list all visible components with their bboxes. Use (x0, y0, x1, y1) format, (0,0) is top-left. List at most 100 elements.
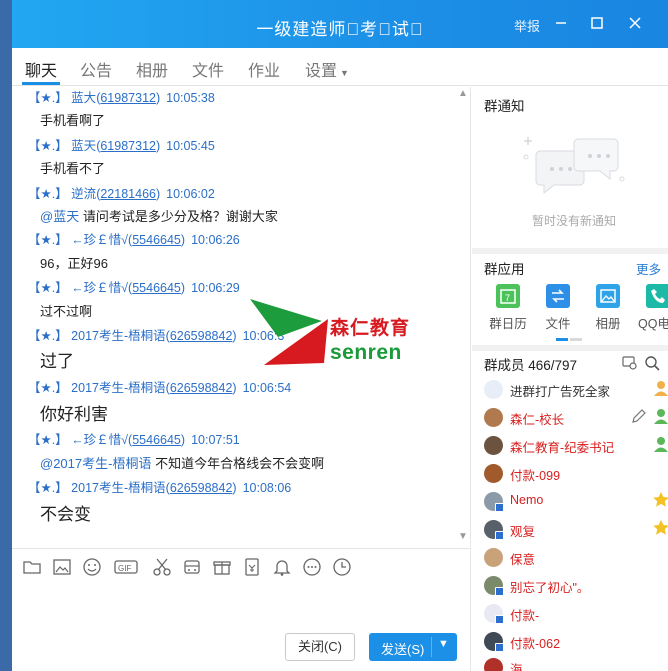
member-item[interactable]: 付款-099 (484, 462, 668, 486)
user-id-link[interactable]: 61987312 (100, 91, 156, 105)
app-label: 群日历 (489, 317, 527, 331)
user-id-link[interactable]: 5546645 (132, 281, 181, 295)
member-item[interactable]: 观复 (484, 518, 668, 542)
member-item[interactable]: 森仁教育-纪委书记 (484, 434, 668, 458)
app-files[interactable]: 文件 (538, 284, 578, 332)
app-calendar[interactable]: 7 群日历 (488, 284, 528, 332)
close-window-icon[interactable] (624, 12, 646, 34)
watermark-text-cn: 森仁教育 (330, 318, 411, 339)
tab-files[interactable]: 文件 (192, 57, 224, 81)
owner-badge-icon (654, 381, 668, 396)
svg-text:GIF: GIF (118, 564, 131, 573)
message-header: 【★.】 2017考生-梧桐语(626598842) 10:06:3 (28, 329, 285, 343)
bell-icon[interactable] (272, 557, 292, 577)
member-manage-icon[interactable] (622, 355, 638, 371)
user-id-link[interactable]: 626598842 (170, 481, 233, 495)
close-button[interactable]: 关闭(C) (285, 633, 355, 661)
member-name: 别忘了初心"。 (510, 581, 590, 595)
history-clock-icon[interactable] (332, 557, 352, 577)
tab-settings[interactable]: 设置 ▼ (305, 57, 349, 81)
send-button-divider (431, 637, 432, 657)
folder-icon[interactable] (22, 557, 42, 577)
user-id-link[interactable]: 5546645 (132, 433, 181, 447)
message-input[interactable]: 关闭(C) 发送(S) ▼ (12, 584, 471, 671)
mobile-status-icon (495, 531, 504, 540)
send-button[interactable]: 发送(S) ▼ (369, 633, 457, 661)
photo-album-icon (596, 284, 620, 308)
tab-album[interactable]: 相册 (136, 57, 168, 81)
message-text: 过不过啊 (40, 304, 93, 319)
star-badge-icon (653, 520, 668, 535)
member-item[interactable]: 进群打广告死全家 (484, 378, 668, 402)
image-icon[interactable] (52, 557, 72, 577)
edit-icon[interactable] (630, 407, 648, 425)
minimize-icon[interactable] (550, 12, 572, 34)
send-options-chevron-icon[interactable]: ▼ (438, 638, 449, 650)
avatar (484, 436, 503, 455)
file-transfer-icon (546, 284, 570, 308)
member-item[interactable]: 海 (484, 656, 668, 671)
app-qq-call[interactable]: QQ电话 (638, 284, 668, 332)
watermark-text-en: senren (330, 341, 402, 364)
user-id-link[interactable]: 626598842 (170, 381, 233, 395)
scissors-icon[interactable] (152, 557, 172, 577)
tab-homework[interactable]: 作业 (248, 57, 280, 81)
message-text: 不会变 (40, 505, 91, 524)
user-id-link[interactable]: 5546645 (132, 233, 181, 247)
member-item[interactable]: Nemo (484, 490, 668, 514)
avatar (484, 380, 503, 399)
message-text: 你好利害 (40, 405, 108, 424)
gif-icon[interactable]: GIF (114, 557, 138, 577)
app-label: 文件 (545, 317, 571, 331)
emoji-icon[interactable] (82, 557, 102, 577)
group-apps-title: 群应用 (484, 262, 525, 277)
user-id-link[interactable]: 626598842 (170, 329, 233, 343)
notice-empty-text: 暂时没有新通知 (532, 214, 617, 228)
scroll-down-icon[interactable]: ▼ (458, 531, 468, 542)
message-header: 【★.】 蓝天(61987312) 10:05:45 (28, 139, 215, 153)
gift-icon[interactable] (212, 557, 232, 577)
member-item[interactable]: 保意 (484, 546, 668, 570)
svg-text:7: 7 (505, 293, 510, 303)
tab-announcements[interactable]: 公告 (80, 57, 112, 81)
title-bar: 一级建造师 考 试  举报 (12, 0, 668, 48)
group-notice-title: 群通知 (484, 99, 525, 114)
member-item[interactable]: 付款-062 (484, 630, 668, 654)
member-name: 付款-099 (510, 469, 561, 483)
member-name: Nemo (510, 493, 544, 507)
more-apps-link[interactable]: 更多 (636, 259, 661, 278)
red-packet-icon[interactable] (242, 557, 262, 577)
mobile-status-icon (495, 615, 504, 624)
app-album[interactable]: 相册 (588, 284, 628, 332)
member-name: 进群打广告死全家 (510, 385, 611, 399)
avatar (484, 408, 503, 427)
chat-toolbar: GIF (12, 548, 471, 584)
section-divider (472, 248, 668, 254)
chat-history[interactable]: ▲ 【★.】 蓝大(61987312) 10:05:38 手机看啊了 【★.】 蓝… (12, 87, 471, 547)
member-search-icon[interactable] (644, 355, 660, 371)
star-badge-icon (653, 492, 668, 507)
user-id-link[interactable]: 61987312 (100, 139, 156, 153)
member-item[interactable]: 付款- (484, 602, 668, 626)
member-item[interactable]: 别忘了初心"。 (484, 574, 668, 598)
member-name: 海 (510, 663, 523, 671)
message-text: @2017考生-梧桐语 不知道今年合格线会不会变啊 (40, 456, 325, 471)
avatar (484, 658, 503, 671)
message-header: 【★.】 ←珍￡惜√(5546645) 10:07:51 (28, 433, 240, 447)
more-options-icon[interactable] (302, 557, 322, 577)
avatar (484, 548, 503, 567)
qq-group-window: 一级建造师 考 试  举报 聊天 公告 相册 文件 作业 设置 ▼ ▲ 【★.】 … (12, 0, 668, 671)
member-item[interactable]: 森仁-校长 (484, 406, 668, 430)
message-header: 【★.】 蓝大(61987312) 10:05:38 (28, 91, 215, 105)
user-id-link[interactable]: 22181466 (100, 187, 156, 201)
mention[interactable]: @2017考生-梧桐语 (40, 456, 151, 471)
active-tab-indicator (22, 82, 60, 85)
message-text: @蓝天 请问考试是多少分及格？谢谢大家 (40, 209, 278, 224)
scroll-up-icon[interactable]: ▲ (458, 88, 468, 99)
shake-icon[interactable] (182, 557, 202, 577)
report-link[interactable]: 举报 (514, 16, 540, 35)
mention[interactable]: @蓝天 (40, 209, 79, 224)
maximize-icon[interactable] (586, 12, 608, 34)
caret-down-icon: ▼ (340, 68, 349, 78)
tab-chat[interactable]: 聊天 (25, 57, 57, 81)
